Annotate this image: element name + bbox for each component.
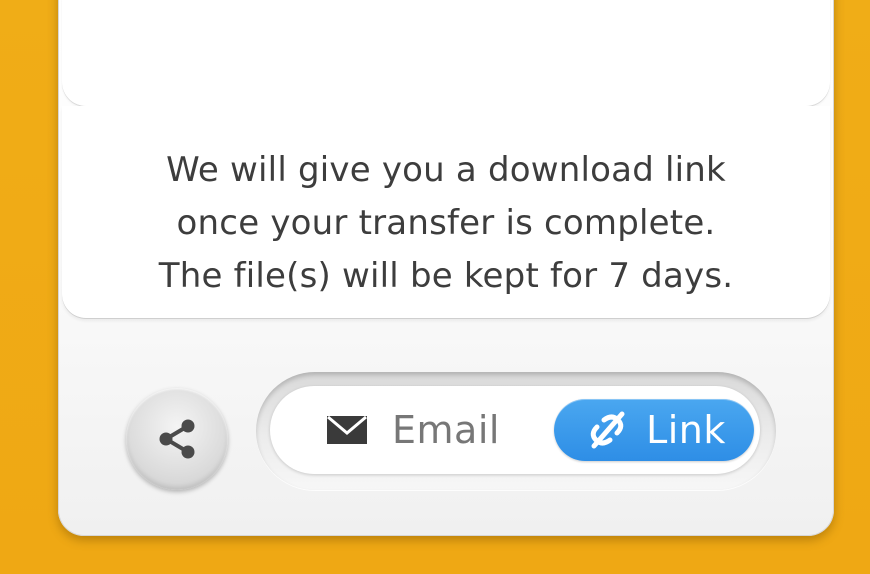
app-window: We will give you a download link once yo… [0, 0, 870, 574]
share-button[interactable] [126, 388, 228, 490]
info-line-2: once your transfer is complete. [176, 203, 716, 243]
tab-email-label: Email [392, 408, 500, 452]
tab-email[interactable]: Email [294, 386, 534, 474]
tab-link[interactable]: Link [554, 399, 754, 461]
transfer-card: We will give you a download link once yo… [58, 0, 834, 536]
upload-panel [62, 0, 830, 106]
link-icon [590, 411, 625, 449]
info-line-3: The file(s) will be kept for 7 days. [158, 256, 734, 296]
info-panel: We will give you a download link once yo… [62, 106, 830, 318]
toggle-track: Email Link [270, 386, 760, 474]
tab-link-label: Link [646, 408, 726, 452]
share-icon [159, 419, 195, 459]
transfer-mode-toggle: Email Link [256, 372, 776, 490]
envelope-icon [327, 415, 367, 444]
info-line-1: We will give you a download link [166, 150, 726, 190]
info-message: We will give you a download link once yo… [62, 144, 830, 303]
